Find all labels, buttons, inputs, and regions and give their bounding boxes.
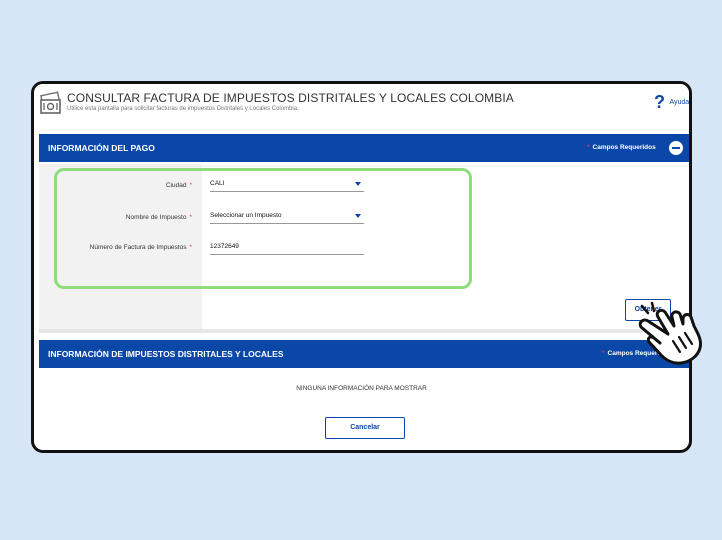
required-fields-note: * Campos Requeridos <box>587 144 656 151</box>
document-money-icon <box>40 91 61 114</box>
page-title: CONSULTAR FACTURA DE IMPUESTOS DISTRITAL… <box>67 91 514 105</box>
cancelar-button[interactable]: Cancelar <box>325 417 405 439</box>
taxes-section-title: INFORMACIÓN DE IMPUESTOS DISTRITALES Y L… <box>48 349 284 359</box>
payment-section-header: INFORMACIÓN DEL PAGO * Campos Requeridos <box>39 134 689 162</box>
collapse-icon[interactable] <box>669 141 683 155</box>
help-label: Ayuda <box>669 99 690 106</box>
page-header: CONSULTAR FACTURA DE IMPUESTOS DISTRITAL… <box>34 84 689 132</box>
page-subtitle: Utilice esta pantalla para solicitar fac… <box>67 106 299 112</box>
app-window: CONSULTAR FACTURA DE IMPUESTOS DISTRITAL… <box>31 81 692 453</box>
section-divider <box>39 329 689 333</box>
empty-state-message: NINGUNA INFORMACIÓN PARA MOSTRAR <box>296 385 427 392</box>
taxes-section-header: INFORMACIÓN DE IMPUESTOS DISTRITALES Y L… <box>39 340 689 368</box>
help-icon: ? <box>654 92 665 112</box>
fields-highlight-box <box>54 168 472 289</box>
help-link[interactable]: ? Ayuda <box>654 92 689 113</box>
payment-section-title: INFORMACIÓN DEL PAGO <box>48 143 155 153</box>
pointer-hand-icon <box>638 301 702 365</box>
